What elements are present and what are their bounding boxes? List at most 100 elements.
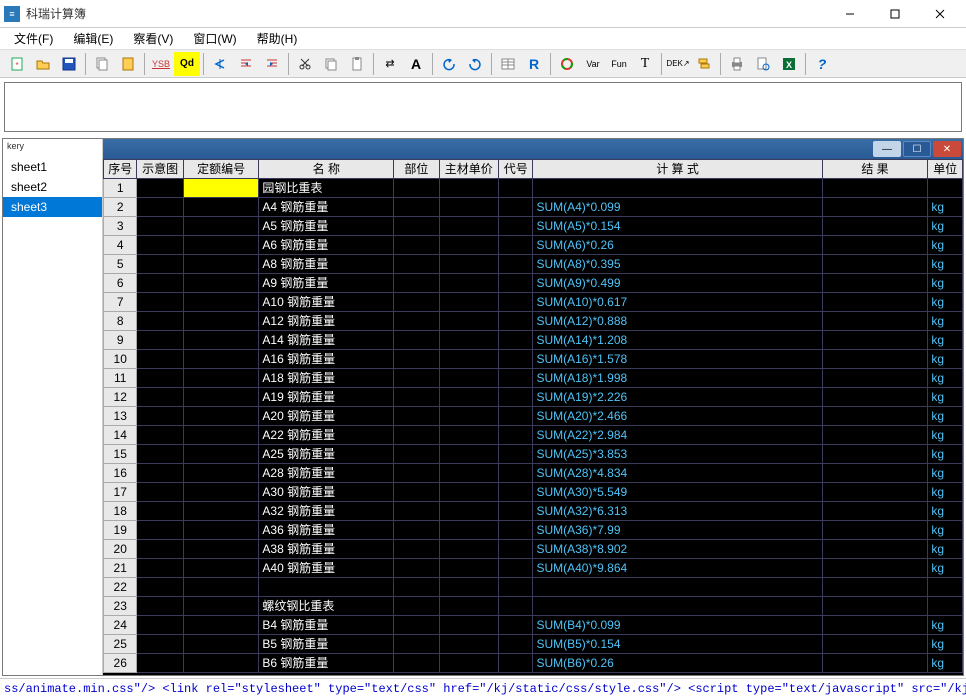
- cell-price[interactable]: [439, 654, 498, 673]
- table-row[interactable]: 17A30 钢筋重量SUM(A30)*5.549kg: [104, 483, 963, 502]
- cell-name[interactable]: B6 钢筋重量: [259, 654, 394, 673]
- cell-quota[interactable]: [183, 559, 259, 578]
- cell-formula[interactable]: SUM(A4)*0.099: [533, 198, 822, 217]
- cell-name[interactable]: B4 钢筋重量: [259, 616, 394, 635]
- cell-unit[interactable]: kg: [928, 502, 963, 521]
- cell-quota[interactable]: [183, 293, 259, 312]
- col-quota[interactable]: 定额编号: [183, 160, 259, 179]
- cell-unit[interactable]: kg: [928, 293, 963, 312]
- cell-price[interactable]: [439, 312, 498, 331]
- table-row[interactable]: 16A28 钢筋重量SUM(A28)*4.834kg: [104, 464, 963, 483]
- cell-result[interactable]: [822, 331, 928, 350]
- table-row[interactable]: 22: [104, 578, 963, 597]
- cell-code[interactable]: [498, 255, 533, 274]
- cell-name[interactable]: A4 钢筋重量: [259, 198, 394, 217]
- table-row[interactable]: 25B5 钢筋重量SUM(B5)*0.154kg: [104, 635, 963, 654]
- cell-code[interactable]: [498, 312, 533, 331]
- cell-diag[interactable]: [137, 597, 183, 616]
- table-row[interactable]: 19A36 钢筋重量SUM(A36)*7.99kg: [104, 521, 963, 540]
- col-part[interactable]: 部位: [394, 160, 439, 179]
- grid-scroll[interactable]: 序号 示意图 定额编号 名 称 部位 主材单价 代号 计 算 式 结 果 单位 …: [103, 159, 963, 675]
- cell-formula[interactable]: SUM(A18)*1.998: [533, 369, 822, 388]
- cell-part[interactable]: [394, 521, 439, 540]
- cell-result[interactable]: [822, 616, 928, 635]
- sheet-close-button[interactable]: ✕: [933, 141, 961, 157]
- row-header[interactable]: 5: [104, 255, 137, 274]
- table-row[interactable]: 14A22 钢筋重量SUM(A22)*2.984kg: [104, 426, 963, 445]
- cell-diag[interactable]: [137, 217, 183, 236]
- cell-code[interactable]: [498, 274, 533, 293]
- row-header[interactable]: 2: [104, 198, 137, 217]
- cell-result[interactable]: [822, 236, 928, 255]
- cell-name[interactable]: B5 钢筋重量: [259, 635, 394, 654]
- cell-name[interactable]: [259, 578, 394, 597]
- cell-code[interactable]: [498, 483, 533, 502]
- redo-button[interactable]: [462, 52, 488, 76]
- cell-price[interactable]: [439, 274, 498, 293]
- cell-part[interactable]: [394, 350, 439, 369]
- row-header[interactable]: 6: [104, 274, 137, 293]
- cell-code[interactable]: [498, 502, 533, 521]
- cell-formula[interactable]: SUM(A36)*7.99: [533, 521, 822, 540]
- cell-unit[interactable]: kg: [928, 198, 963, 217]
- cell-diag[interactable]: [137, 635, 183, 654]
- cell-diag[interactable]: [137, 331, 183, 350]
- cell-diag[interactable]: [137, 293, 183, 312]
- cell-diag[interactable]: [137, 616, 183, 635]
- row-header[interactable]: 15: [104, 445, 137, 464]
- row-header[interactable]: 3: [104, 217, 137, 236]
- cell-unit[interactable]: kg: [928, 388, 963, 407]
- cell-unit[interactable]: kg: [928, 407, 963, 426]
- cell-quota[interactable]: [183, 350, 259, 369]
- cell-quota[interactable]: [183, 388, 259, 407]
- cell-name[interactable]: A19 钢筋重量: [259, 388, 394, 407]
- cell-name[interactable]: A5 钢筋重量: [259, 217, 394, 236]
- save-button[interactable]: [56, 52, 82, 76]
- stack-button[interactable]: [691, 52, 717, 76]
- cut-button[interactable]: [292, 52, 318, 76]
- cell-unit[interactable]: [928, 597, 963, 616]
- table-row[interactable]: 15A25 钢筋重量SUM(A25)*3.853kg: [104, 445, 963, 464]
- maximize-button[interactable]: [872, 2, 917, 26]
- table-row[interactable]: 26B6 钢筋重量SUM(B6)*0.26kg: [104, 654, 963, 673]
- cell-quota[interactable]: [183, 236, 259, 255]
- paste-button[interactable]: [115, 52, 141, 76]
- cell-price[interactable]: [439, 597, 498, 616]
- cell-unit[interactable]: kg: [928, 369, 963, 388]
- excel-button[interactable]: X: [776, 52, 802, 76]
- cell-result[interactable]: [822, 274, 928, 293]
- sheet-tab-2[interactable]: sheet2: [3, 177, 102, 197]
- cell-part[interactable]: [394, 274, 439, 293]
- cell-price[interactable]: [439, 483, 498, 502]
- cell-unit[interactable]: kg: [928, 445, 963, 464]
- cell-quota[interactable]: [183, 369, 259, 388]
- col-unit[interactable]: 单位: [928, 160, 963, 179]
- cell-part[interactable]: [394, 236, 439, 255]
- sheet-minimize-button[interactable]: —: [873, 141, 901, 157]
- table-row[interactable]: 23螺纹钢比重表: [104, 597, 963, 616]
- cell-price[interactable]: [439, 350, 498, 369]
- cell-diag[interactable]: [137, 312, 183, 331]
- cell-part[interactable]: [394, 426, 439, 445]
- cell-code[interactable]: [498, 407, 533, 426]
- cell-result[interactable]: [822, 388, 928, 407]
- minimize-button[interactable]: [827, 2, 872, 26]
- row-header[interactable]: 20: [104, 540, 137, 559]
- cell-unit[interactable]: kg: [928, 217, 963, 236]
- cell-part[interactable]: [394, 388, 439, 407]
- menu-edit[interactable]: 编辑(E): [63, 28, 123, 49]
- cell-diag[interactable]: [137, 179, 183, 198]
- cell-quota[interactable]: [183, 502, 259, 521]
- cell-name[interactable]: A18 钢筋重量: [259, 369, 394, 388]
- cell-result[interactable]: [822, 255, 928, 274]
- outdent-button[interactable]: [207, 52, 233, 76]
- table-row[interactable]: 10A16 钢筋重量SUM(A16)*1.578kg: [104, 350, 963, 369]
- table-row[interactable]: 11A18 钢筋重量SUM(A18)*1.998kg: [104, 369, 963, 388]
- cell-result[interactable]: [822, 369, 928, 388]
- close-button[interactable]: [917, 2, 962, 26]
- table-row[interactable]: 3A5 钢筋重量SUM(A5)*0.154kg: [104, 217, 963, 236]
- cell-formula[interactable]: SUM(B6)*0.26: [533, 654, 822, 673]
- cell-code[interactable]: [498, 578, 533, 597]
- cell-result[interactable]: [822, 426, 928, 445]
- cell-part[interactable]: [394, 255, 439, 274]
